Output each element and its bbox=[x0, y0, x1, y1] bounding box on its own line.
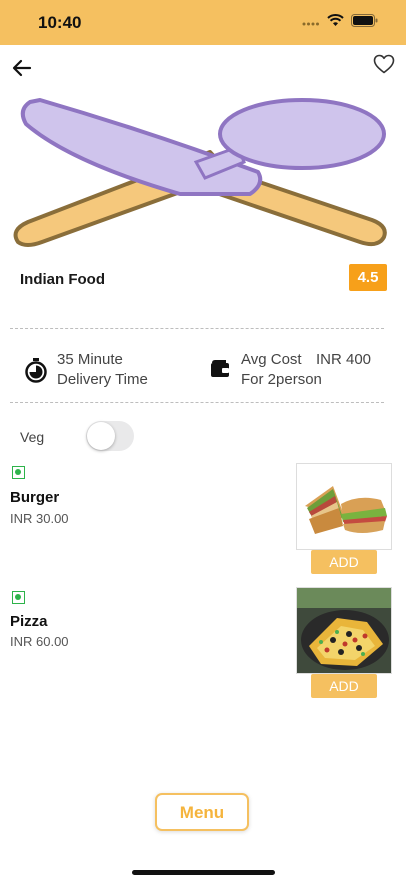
status-bar: 10:40 bbox=[0, 0, 406, 45]
add-button[interactable]: ADD bbox=[311, 550, 377, 574]
veg-toggle[interactable] bbox=[86, 421, 134, 451]
item-name: Pizza bbox=[10, 613, 48, 630]
restaurant-name: Indian Food bbox=[20, 271, 105, 288]
divider bbox=[10, 328, 384, 329]
cutlery-illustration bbox=[13, 98, 387, 247]
heart-outline-icon bbox=[373, 54, 395, 74]
battery-icon bbox=[351, 14, 378, 27]
menu-button[interactable]: Menu bbox=[155, 793, 249, 831]
status-time: 10:40 bbox=[38, 13, 82, 32]
burger-image bbox=[296, 463, 392, 550]
veg-filter-label: Veg bbox=[20, 429, 45, 445]
add-button[interactable]: ADD bbox=[311, 674, 377, 698]
toggle-knob bbox=[87, 422, 115, 450]
favorite-button[interactable] bbox=[372, 52, 396, 76]
home-indicator bbox=[132, 870, 275, 875]
veg-indicator-icon bbox=[12, 591, 25, 604]
for-persons-label: For 2person bbox=[241, 371, 322, 388]
item-name: Burger bbox=[10, 489, 60, 506]
wifi-icon bbox=[327, 14, 344, 26]
avg-cost-value: INR 400 bbox=[316, 351, 372, 368]
divider bbox=[10, 402, 384, 403]
item-price: INR 30.00 bbox=[10, 511, 69, 526]
cellular-signal-icon bbox=[302, 22, 319, 25]
delivery-time-value: 35 Minute bbox=[57, 351, 123, 368]
stopwatch-icon bbox=[25, 358, 47, 383]
wallet-icon bbox=[211, 360, 229, 377]
pizza-image bbox=[296, 587, 392, 674]
status-icons bbox=[302, 14, 378, 27]
delivery-time-label: Delivery Time bbox=[57, 371, 148, 388]
item-price: INR 60.00 bbox=[10, 634, 69, 649]
avg-cost-label: Avg Cost bbox=[241, 351, 302, 368]
rating-badge: 4.5 bbox=[349, 264, 387, 291]
arrow-left-icon bbox=[12, 59, 32, 77]
back-button[interactable] bbox=[10, 56, 34, 80]
veg-indicator-icon bbox=[12, 466, 25, 479]
